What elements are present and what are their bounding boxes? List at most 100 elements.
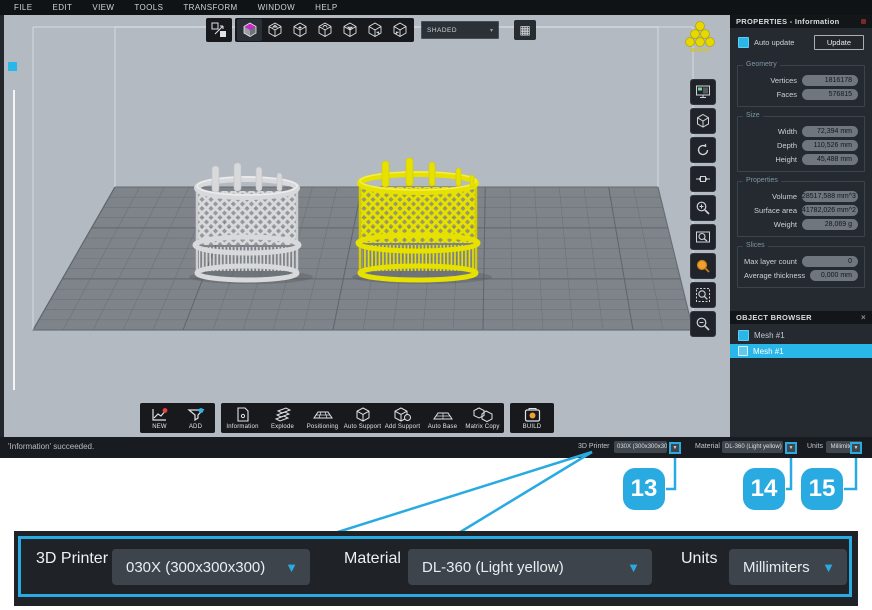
height-value: 45,488 mm: [802, 154, 858, 165]
close-icon[interactable]: ×: [861, 313, 866, 322]
back-view-button[interactable]: [312, 19, 337, 41]
printer-dropdown-large[interactable]: 030X (300x300x300) ▼: [112, 549, 310, 585]
fit-view-icon: [211, 22, 227, 38]
model-mesh-yellow[interactable]: [352, 158, 492, 284]
surface-area-value: 41782,026 mm^2: [802, 205, 858, 216]
auto-support-button[interactable]: Auto Support: [343, 405, 382, 431]
view-cube-button[interactable]: [690, 108, 716, 134]
dropdown-arrow-icon: ▼: [822, 560, 835, 575]
menu-edit[interactable]: EDIT: [43, 3, 83, 12]
menu-help[interactable]: HELP: [305, 3, 348, 12]
explode-button[interactable]: Explode: [263, 405, 302, 431]
section-geometry: Geometry Vertices 1816178 Faces 576815: [737, 65, 865, 107]
right-view-button[interactable]: [362, 19, 387, 41]
zoom-selection-button[interactable]: [690, 253, 716, 279]
menu-window[interactable]: WINDOW: [248, 3, 306, 12]
section-geometry-title: Geometry: [743, 61, 780, 68]
zoom-region-button[interactable]: [690, 282, 716, 308]
dropdown-arrow-icon: ▼: [789, 445, 794, 451]
auto-base-icon: [433, 407, 453, 422]
pan-arrows-icon: [695, 171, 711, 187]
fit-view-button[interactable]: [206, 18, 232, 42]
grid-icon: ▦: [519, 23, 530, 37]
vertices-value: 1816178: [802, 75, 858, 86]
matrix-copy-icon: [473, 407, 493, 422]
back-view-cube-icon: [317, 22, 333, 38]
dropdown-arrow-icon: ▼: [627, 560, 640, 575]
menu-file[interactable]: FILE: [4, 3, 43, 12]
zoom-window-button[interactable]: [690, 224, 716, 250]
positioning-icon: [313, 407, 333, 422]
add-button[interactable]: ADD: [178, 405, 213, 431]
printer-dropdown[interactable]: 030X (300x300x300): [614, 441, 667, 453]
ruler-handle[interactable]: [8, 62, 17, 71]
auto-base-button[interactable]: Auto Base: [423, 405, 462, 431]
material-label-large: Material: [344, 550, 401, 568]
display-settings-button[interactable]: [690, 79, 716, 105]
menu-transform[interactable]: TRANSFORM: [173, 3, 247, 12]
cube-rotate-icon: [695, 113, 711, 129]
view-toolbar: SHADED ▾ ▦: [206, 18, 536, 42]
field-average-thickness: Average thickness 0,000 mm: [744, 270, 858, 281]
explode-icon: [273, 407, 293, 422]
add-support-button[interactable]: Add Support: [383, 405, 422, 431]
positioning-button[interactable]: Positioning: [303, 405, 342, 431]
render-mode-value: SHADED: [427, 27, 457, 34]
units-dropdown-large[interactable]: Millimiters ▼: [729, 549, 847, 585]
field-faces: Faces 576815: [744, 89, 858, 100]
object-browser-header[interactable]: OBJECT BROWSER ×: [730, 311, 872, 324]
printer-dropdown-arrow[interactable]: ▼: [669, 442, 681, 454]
mesh-visibility-checkbox[interactable]: [738, 346, 748, 356]
object-browser-panel: OBJECT BROWSER × Mesh #1 Mesh #1: [730, 311, 872, 358]
object-browser-item[interactable]: Mesh #1: [730, 328, 872, 342]
units-dropdown-arrow[interactable]: ▼: [850, 442, 862, 454]
field-height: Height 45,488 mm: [744, 154, 858, 165]
pan-view-button[interactable]: [690, 166, 716, 192]
viewport-3d[interactable]: SHADED ▾ ▦ NAUTA: [4, 15, 730, 437]
auto-update-label: Auto update: [754, 38, 809, 47]
left-view-cube-icon: [392, 22, 408, 38]
left-view-button[interactable]: [387, 19, 412, 41]
mesh-visibility-checkbox[interactable]: [738, 330, 749, 341]
section-slices-title: Slices: [743, 242, 768, 249]
properties-panel: PROPERTIES - Information Auto update Upd…: [730, 15, 872, 437]
dropdown-arrow-icon: ▼: [673, 445, 678, 451]
object-browser-item-selected[interactable]: Mesh #1: [730, 344, 872, 358]
properties-panel-header[interactable]: PROPERTIES - Information: [730, 15, 872, 28]
faces-value: 576815: [802, 89, 858, 100]
rotate-view-button[interactable]: [690, 137, 716, 163]
top-view-button[interactable]: [262, 19, 287, 41]
render-mode-dropdown[interactable]: SHADED ▾: [421, 21, 499, 39]
zoom-in-button[interactable]: [690, 195, 716, 221]
dropdown-arrow-icon: ▼: [854, 445, 859, 451]
zoom-out-button[interactable]: [690, 311, 716, 337]
callout-badge-14: 14: [743, 468, 785, 510]
bottom-view-button[interactable]: [337, 19, 362, 41]
material-dropdown-arrow[interactable]: ▼: [785, 442, 797, 454]
model-mesh-white[interactable]: [189, 163, 313, 284]
information-button[interactable]: Information: [223, 405, 262, 431]
iso-view-button[interactable]: [237, 19, 262, 41]
matrix-copy-button[interactable]: Matrix Copy: [463, 405, 502, 431]
new-button[interactable]: NEW: [142, 405, 177, 431]
units-label-large: Units: [681, 550, 717, 568]
information-icon: [236, 407, 250, 422]
front-view-button[interactable]: [287, 19, 312, 41]
auto-update-checkbox[interactable]: [738, 37, 749, 48]
material-dropdown[interactable]: DL-360 (Light yellow): [722, 441, 783, 453]
build-button[interactable]: BUILD: [512, 405, 552, 431]
object-browser-title: OBJECT BROWSER: [736, 313, 812, 322]
menu-view[interactable]: VIEW: [82, 3, 124, 12]
dock-group-file: NEW ADD: [140, 403, 215, 433]
update-button[interactable]: Update: [814, 35, 864, 50]
zoom-window-icon: [695, 229, 711, 245]
menu-tools[interactable]: TOOLS: [124, 3, 173, 12]
viewport-scene: [4, 15, 730, 437]
logo-text: NAUTA: [682, 48, 718, 54]
material-label: Material: [695, 443, 720, 450]
grid-toggle-button[interactable]: ▦: [514, 20, 536, 40]
material-dropdown-large[interactable]: DL-360 (Light yellow) ▼: [408, 549, 652, 585]
field-volume: Volume 28517,588 mm^3: [744, 191, 858, 202]
status-bar: 'Information' succeeded. 3D Printer 030X…: [0, 437, 872, 458]
action-dock: NEW ADD Information: [140, 403, 554, 433]
